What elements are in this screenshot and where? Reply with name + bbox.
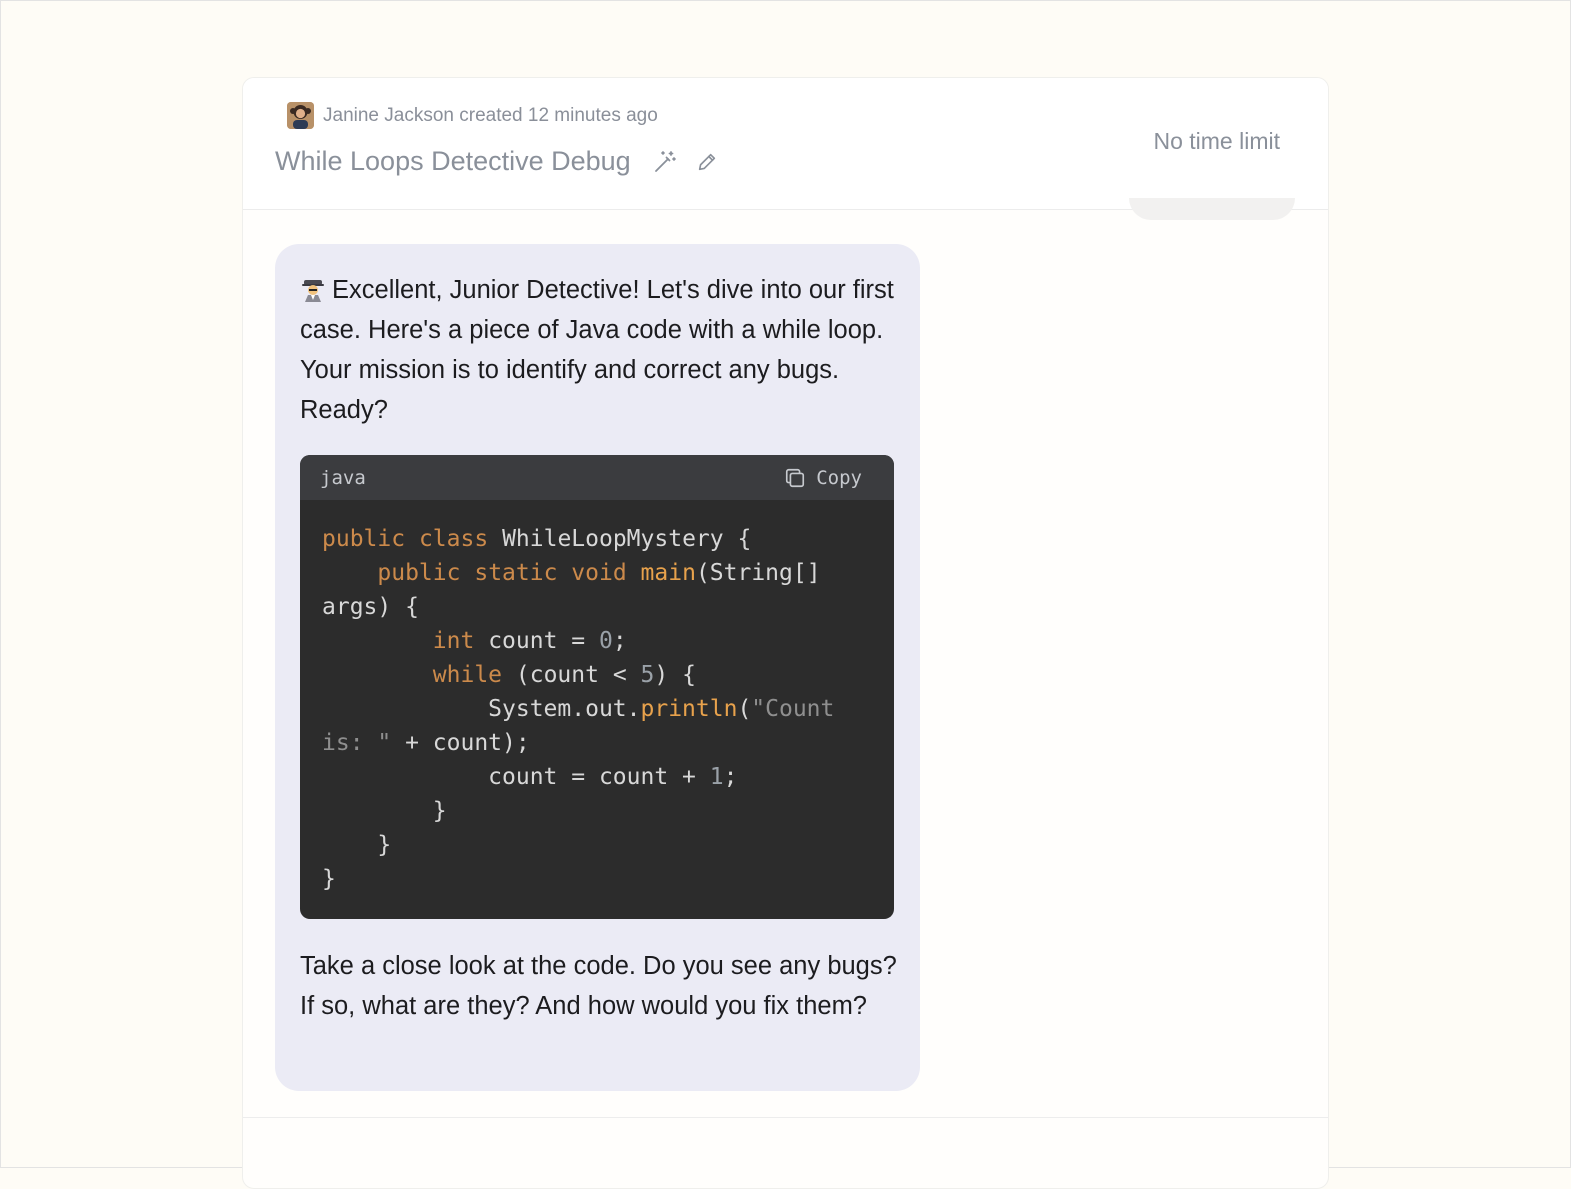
- code-token: while: [432, 662, 503, 688]
- chat-header: Janine Jackson created 12 minutes ago Wh…: [243, 78, 1328, 210]
- detective-emoji: [300, 274, 326, 302]
- code-token: ;: [723, 764, 738, 790]
- title-row: While Loops Detective Debug: [275, 146, 721, 177]
- assistant-message-bubble: Excellent, Junior Detective! Let's dive …: [275, 244, 920, 1091]
- code-token: main: [640, 560, 696, 586]
- code-header: java Copy: [300, 455, 894, 500]
- copy-label: Copy: [816, 466, 862, 489]
- code-token: public: [377, 560, 461, 586]
- message-intro: Excellent, Junior Detective! Let's dive …: [300, 270, 900, 430]
- code-token: WhileLoopMystery {: [502, 526, 752, 552]
- code-token: }: [322, 866, 336, 892]
- code-token: System.out.: [488, 696, 641, 722]
- code-token: (: [737, 696, 752, 722]
- created-text: Janine Jackson created 12 minutes ago: [323, 104, 658, 126]
- code-token: public: [322, 526, 406, 552]
- code-token: args) {: [322, 594, 419, 620]
- code-token: is: ": [322, 730, 392, 756]
- code-token: void: [571, 560, 627, 586]
- message-outro: Take a close look at the code. Do you se…: [300, 952, 897, 1020]
- code-token: 5: [640, 662, 655, 688]
- avatar: [287, 102, 314, 129]
- previous-message-edge: [1129, 198, 1295, 220]
- code-token: static: [474, 560, 558, 586]
- code-token: 1: [709, 764, 724, 790]
- code-token: "Count: [751, 696, 835, 722]
- chat-card: Janine Jackson created 12 minutes ago Wh…: [242, 77, 1329, 1189]
- copy-icon: [786, 468, 805, 487]
- page-title: While Loops Detective Debug: [275, 146, 631, 176]
- code-language: java: [320, 466, 366, 489]
- code-token: }: [377, 832, 392, 858]
- code-token: }: [432, 798, 447, 824]
- input-divider: [243, 1117, 1328, 1118]
- code-token: count =: [488, 628, 599, 654]
- magic-wand-icon[interactable]: [651, 148, 679, 176]
- copy-button[interactable]: Copy: [784, 467, 862, 489]
- code-token: (String[]: [695, 560, 821, 586]
- pencil-icon[interactable]: [693, 148, 721, 176]
- code-token: ;: [612, 628, 627, 654]
- code-token: + count);: [391, 730, 530, 756]
- code-token: ) {: [654, 662, 696, 688]
- creator-info: Janine Jackson created 12 minutes ago: [287, 102, 658, 129]
- code-token: 0: [598, 628, 613, 654]
- code-token: class: [418, 526, 489, 552]
- code-token: (count <: [515, 662, 641, 688]
- code-block: java Copy public class WhileLoopMystery …: [300, 455, 894, 919]
- code-content: public class WhileLoopMystery { public s…: [300, 500, 894, 896]
- time-limit-label: No time limit: [1153, 128, 1280, 154]
- message-intro-text: Excellent, Junior Detective! Let's dive …: [300, 276, 894, 424]
- code-token: println: [640, 696, 738, 722]
- code-token: int: [432, 628, 475, 654]
- code-token: count = count +: [488, 764, 710, 790]
